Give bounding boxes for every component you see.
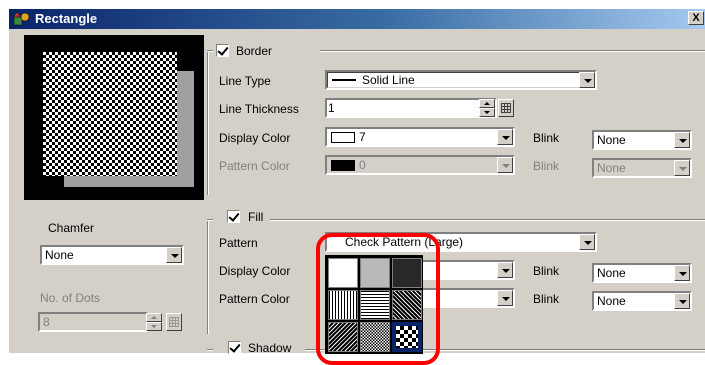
shadow-group-frame-top-left <box>207 349 213 351</box>
chevron-down-icon[interactable] <box>497 290 513 306</box>
preview-fill-pattern <box>43 52 177 176</box>
no-of-dots-label: No. of Dots <box>40 291 101 305</box>
chamfer-select[interactable]: None <box>40 245 184 265</box>
fill-checkbox[interactable] <box>227 210 240 223</box>
line-thickness-stepper[interactable] <box>479 99 495 117</box>
border-display-blink-select[interactable]: None <box>592 130 692 150</box>
keypad-button[interactable] <box>498 99 514 117</box>
color-swatch-white <box>331 132 355 143</box>
fill-pattern-label: Pattern <box>219 236 258 250</box>
chamfer-label: Chamfer <box>48 221 95 235</box>
shadow-checkbox-label: Shadow <box>248 341 292 355</box>
fill-pattern-color-label: Pattern Color <box>219 292 290 306</box>
fill-group-frame-left <box>207 219 209 334</box>
no-of-dots-value: 8 <box>43 315 50 329</box>
border-display-blink-label: Blink <box>533 131 560 145</box>
border-checkbox[interactable] <box>216 44 229 57</box>
border-pattern-color-select[interactable]: 0 <box>325 155 515 175</box>
stepper-down-icon[interactable] <box>146 322 162 331</box>
chevron-down-icon[interactable] <box>497 262 513 278</box>
line-thickness-input[interactable]: 1 <box>325 98 497 118</box>
border-group-frame-top-left <box>207 50 213 52</box>
border-pattern-blink-select[interactable]: None <box>592 158 692 178</box>
highlight-annotation <box>316 233 440 365</box>
line-thickness-value: 1 <box>328 101 335 115</box>
chevron-down-icon[interactable] <box>579 72 595 88</box>
line-thickness-label: Line Thickness <box>219 102 299 116</box>
chevron-down-icon[interactable] <box>579 234 595 250</box>
border-group-frame-top <box>320 50 705 52</box>
line-type-value: Solid Line <box>362 73 415 87</box>
border-pattern-color-label: Pattern Color <box>219 159 290 173</box>
color-swatch-black <box>331 160 355 171</box>
border-display-color-label: Display Color <box>219 131 291 145</box>
border-pattern-blink-value: None <box>597 161 626 175</box>
chamfer-value: None <box>45 248 74 262</box>
chevron-down-icon[interactable] <box>674 132 690 148</box>
fill-display-blink-select[interactable]: None <box>592 263 692 283</box>
border-display-blink-value: None <box>597 133 626 147</box>
line-type-label: Line Type <box>219 74 271 88</box>
border-group-frame-left <box>207 50 209 195</box>
fill-display-blink-label: Blink <box>533 264 560 278</box>
title-bar: Rectangle X <box>9 9 705 29</box>
fill-pattern-blink-select[interactable]: None <box>592 291 692 311</box>
stepper-up-icon[interactable] <box>479 99 495 108</box>
stepper-up-icon[interactable] <box>146 313 162 322</box>
border-pattern-color-value: 0 <box>359 158 366 172</box>
stepper-down-icon[interactable] <box>479 108 495 117</box>
chevron-down-icon[interactable] <box>166 247 182 263</box>
border-display-color-value: 7 <box>359 130 366 144</box>
fill-display-color-label: Display Color <box>219 264 291 278</box>
chevron-down-icon[interactable] <box>497 157 513 173</box>
fill-display-blink-value: None <box>597 266 626 280</box>
shadow-checkbox[interactable] <box>228 341 241 354</box>
chevron-down-icon[interactable] <box>674 265 690 281</box>
line-type-select[interactable]: Solid Line <box>325 70 597 90</box>
close-button[interactable]: X <box>688 11 704 25</box>
shapes-icon <box>13 11 30 26</box>
border-display-color-select[interactable]: 7 <box>325 127 515 147</box>
keypad-button[interactable] <box>166 313 182 331</box>
shape-preview <box>24 35 204 200</box>
solid-line-icon <box>332 79 356 81</box>
fill-group-frame-top-left <box>207 219 213 221</box>
window-title: Rectangle <box>35 11 98 26</box>
fill-group-frame-top <box>270 219 705 221</box>
no-of-dots-input[interactable]: 8 <box>38 312 148 332</box>
no-of-dots-stepper[interactable] <box>146 313 162 331</box>
chevron-down-icon[interactable] <box>674 293 690 309</box>
fill-pattern-blink-label: Blink <box>533 292 560 306</box>
border-checkbox-label: Border <box>236 44 273 58</box>
border-pattern-blink-label: Blink <box>533 159 560 173</box>
chevron-down-icon[interactable] <box>674 160 690 176</box>
fill-checkbox-label: Fill <box>248 210 264 224</box>
chevron-down-icon[interactable] <box>497 129 513 145</box>
fill-pattern-blink-value: None <box>597 294 626 308</box>
